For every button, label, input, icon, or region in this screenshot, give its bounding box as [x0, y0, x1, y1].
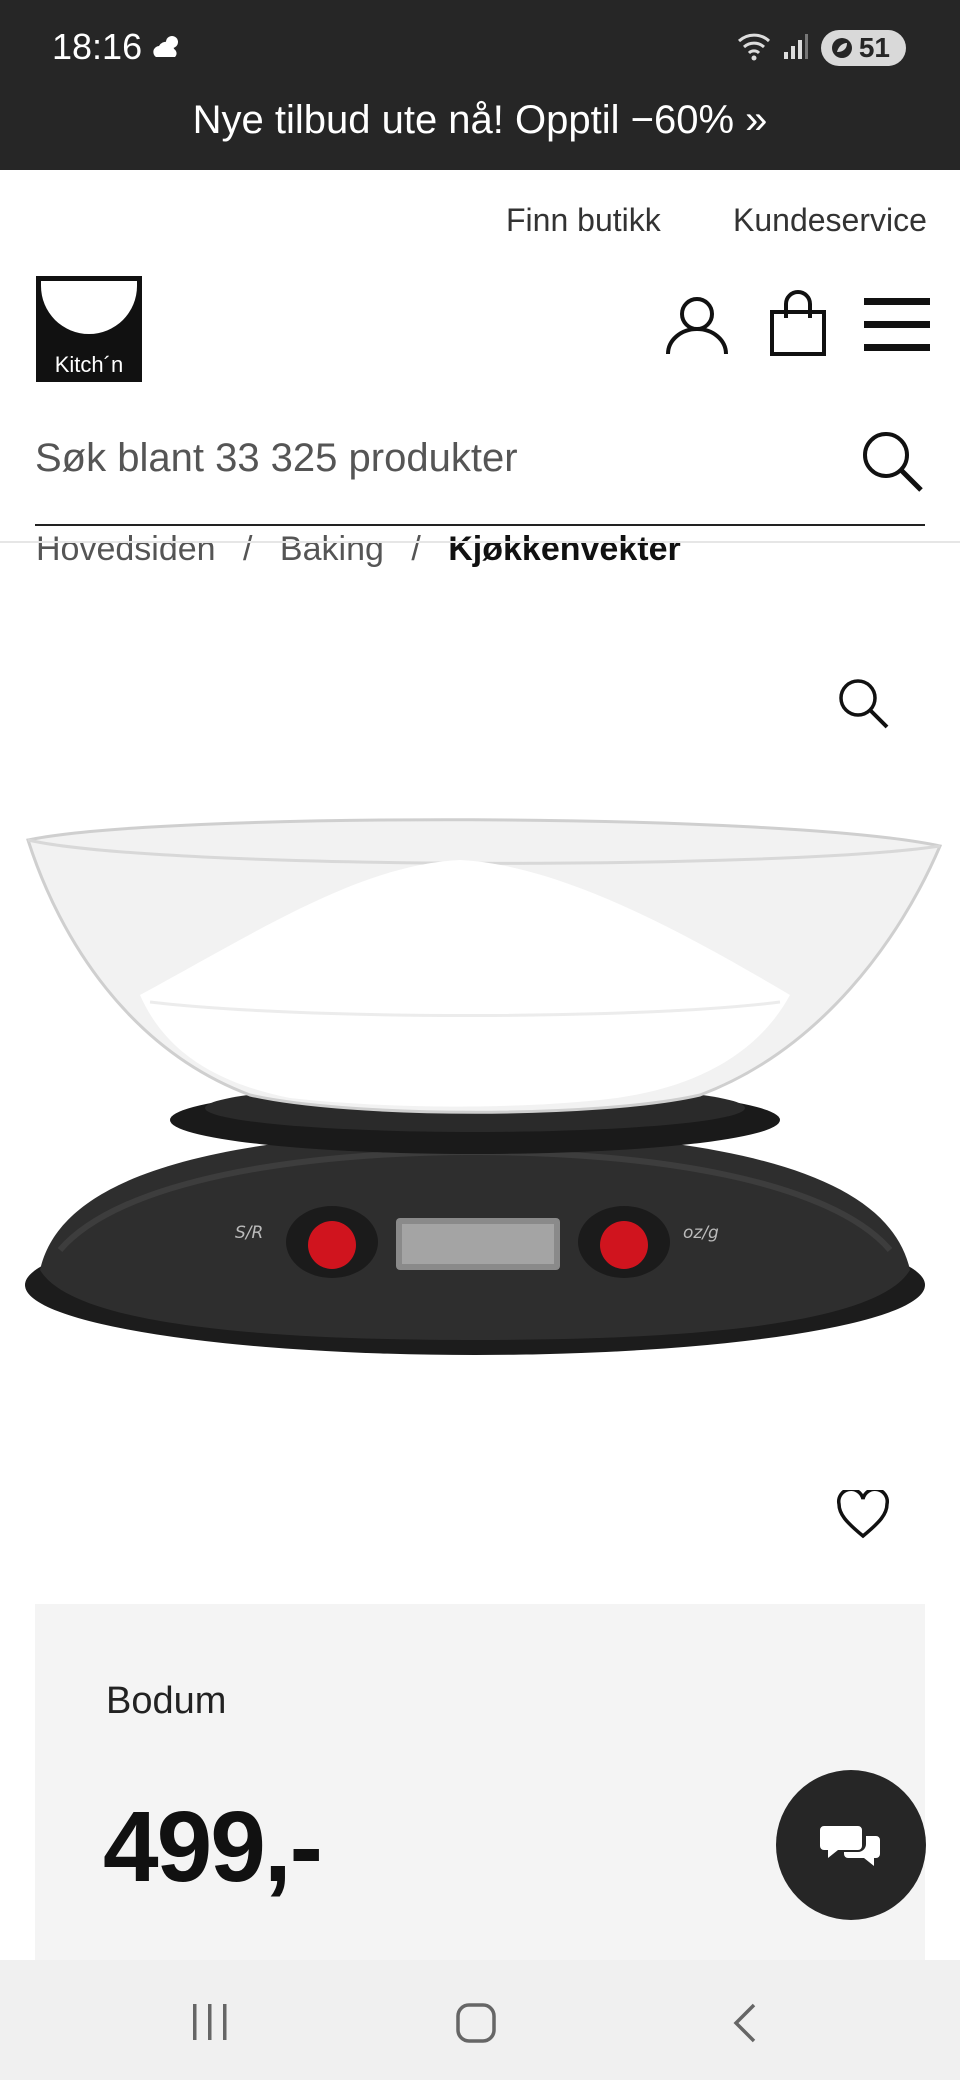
kitchn-logo[interactable]: Kitch´n	[36, 276, 142, 382]
breadcrumb-home[interactable]: Hovedsiden	[36, 530, 216, 568]
battery-level: 51	[858, 32, 890, 63]
product-price: 499,-	[103, 1791, 323, 1903]
search-input[interactable]	[35, 436, 815, 481]
leaf-icon	[831, 38, 852, 58]
signal-icon	[783, 32, 809, 64]
recent-apps-icon[interactable]	[190, 2002, 230, 2046]
customer-service-link[interactable]: Kundeservice	[733, 202, 927, 239]
back-icon[interactable]	[730, 2002, 760, 2048]
header-divider	[0, 541, 960, 543]
breadcrumb-separator: /	[243, 530, 253, 568]
scale-label-oz: oz/g	[683, 1223, 719, 1243]
breadcrumb-separator: /	[411, 530, 421, 568]
find-store-link[interactable]: Finn butikk	[506, 202, 661, 239]
heart-icon[interactable]	[836, 1487, 890, 1544]
shopping-bag-icon[interactable]	[768, 290, 828, 362]
home-icon[interactable]	[455, 2002, 497, 2048]
status-icons: 51	[737, 30, 906, 66]
search-icon[interactable]	[859, 428, 925, 498]
logo-text: Kitch´n	[54, 352, 124, 377]
status-time: 18:16	[52, 26, 143, 67]
product-brand[interactable]: Bodum	[106, 1680, 226, 1723]
scale-label-sr: S/R	[235, 1223, 263, 1243]
breadcrumb-current: Kjøkkenvekter	[448, 530, 681, 568]
weather-icon	[150, 33, 184, 65]
wifi-icon	[737, 31, 771, 65]
promo-banner[interactable]: Nye tilbud ute nå! Opptil −60% »	[0, 98, 960, 143]
zoom-icon[interactable]	[836, 676, 890, 734]
system-navigation-bar	[0, 1960, 960, 2080]
battery-indicator: 51	[820, 30, 906, 66]
chat-button[interactable]	[776, 1770, 926, 1920]
menu-icon[interactable]	[864, 296, 930, 358]
breadcrumb-baking[interactable]: Baking	[280, 530, 384, 568]
chat-icon	[820, 1826, 880, 1866]
top-banner: 18:16 51 Nye tilbud ute nå! Opptil −60% …	[0, 0, 960, 170]
search-bar	[35, 406, 925, 526]
product-image[interactable]: S/R oz/g	[0, 780, 960, 1410]
user-icon[interactable]	[664, 294, 730, 360]
breadcrumb: Hovedsiden / Baking / Kjøkkenvekter	[36, 530, 681, 569]
